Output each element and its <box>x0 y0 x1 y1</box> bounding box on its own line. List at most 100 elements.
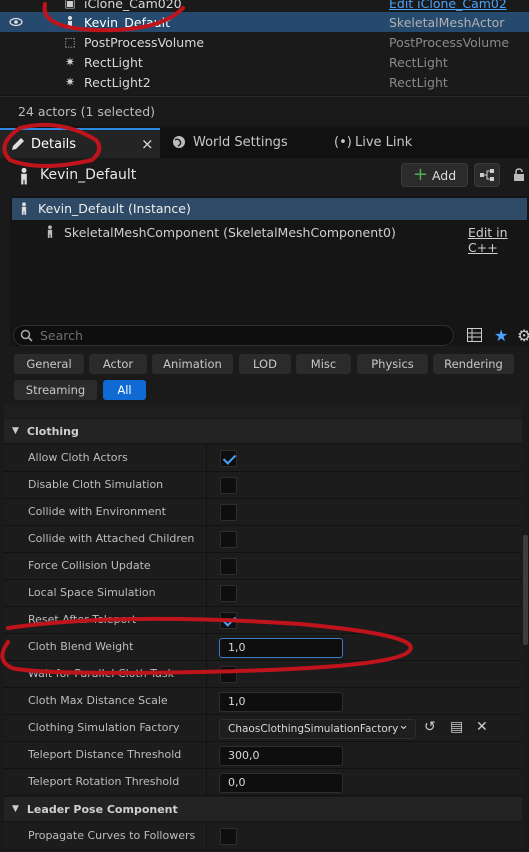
camera-icon: ▣ <box>64 0 76 10</box>
property-number-field[interactable]: 1,0 <box>219 692 343 712</box>
tab-bar: Details × World Settings (•) Live Link <box>0 128 529 158</box>
property-label: Cloth Blend Weight <box>28 640 134 653</box>
outliner-row-selected[interactable]: Kevin_Default SkeletalMeshActor <box>0 12 529 32</box>
property-number-field[interactable]: 0,0 <box>219 773 343 793</box>
column-divider[interactable] <box>206 661 207 688</box>
property-checkbox[interactable] <box>220 585 237 602</box>
settings-gear-icon[interactable]: ⚙ <box>517 326 529 345</box>
rect-light-icon: ✷ <box>64 75 76 89</box>
property-checkbox[interactable] <box>220 558 237 575</box>
property-row: Wait for Parallel Cloth Task <box>4 661 522 688</box>
property-label: Force Collision Update <box>28 559 151 572</box>
filter-animation[interactable]: Animation <box>152 354 233 374</box>
property-checkbox[interactable] <box>220 828 237 845</box>
table-view-icon[interactable] <box>467 328 482 345</box>
property-row: Collide with Attached Children <box>4 526 522 553</box>
chevron-down-icon: ▼ <box>12 804 19 814</box>
column-divider[interactable] <box>206 526 207 553</box>
property-row: Cloth Max Distance Scale 1,0 <box>4 688 522 715</box>
section-clothing[interactable]: ▼ Clothing <box>4 419 522 444</box>
column-divider[interactable] <box>206 607 207 634</box>
post-process-icon: ⬚ <box>64 35 76 49</box>
property-label: Teleport Distance Threshold <box>28 748 182 761</box>
component-row-skeletal-mesh[interactable]: SkeletalMeshComponent (SkeletalMeshCompo… <box>12 221 527 255</box>
lock-icon[interactable] <box>512 168 526 185</box>
filter-general[interactable]: General <box>14 354 84 374</box>
property-checkbox[interactable] <box>220 612 237 629</box>
property-checkbox[interactable] <box>220 666 237 683</box>
column-divider[interactable] <box>206 499 207 526</box>
outliner-row[interactable]: ⬚ PostProcessVolume PostProcessVolume <box>0 32 529 52</box>
property-row: Clothing Simulation Factory ChaosClothing… <box>4 715 522 742</box>
close-icon[interactable]: × <box>141 135 154 153</box>
component-row-instance[interactable]: Kevin_Default (Instance) <box>12 198 527 220</box>
column-divider[interactable] <box>206 688 207 715</box>
skeletal-mesh-icon <box>63 15 77 29</box>
blueprint-button[interactable] <box>474 163 500 187</box>
column-divider[interactable] <box>206 472 207 499</box>
tab-world-settings[interactable]: World Settings <box>162 128 322 158</box>
filter-actor[interactable]: Actor <box>89 354 147 374</box>
simulation-factory-combo[interactable]: ChaosClothingSimulationFactory ⌄ <box>219 719 416 739</box>
property-label: Local Space Simulation <box>28 586 156 599</box>
globe-icon <box>172 135 186 153</box>
property-row: Local Space Simulation <box>4 580 522 607</box>
property-label: Reset After Teleport <box>28 613 137 626</box>
filter-physics[interactable]: Physics <box>357 354 428 374</box>
favorite-star-icon[interactable]: ★ <box>494 326 508 345</box>
browse-folder-icon[interactable]: ▤ <box>450 719 463 735</box>
column-divider[interactable] <box>206 715 207 742</box>
plus-icon: + <box>412 164 428 185</box>
property-checkbox[interactable] <box>220 504 237 521</box>
filter-rendering[interactable]: Rendering <box>433 354 514 374</box>
combo-value: ChaosClothingSimulationFactory <box>228 723 399 735</box>
property-checkbox[interactable] <box>220 531 237 548</box>
column-divider[interactable] <box>206 553 207 580</box>
outliner-row[interactable]: ✷ RectLight RectLight <box>0 52 529 72</box>
skeletal-mesh-icon <box>16 167 32 188</box>
search-input[interactable]: Search <box>13 325 454 346</box>
skeletal-mesh-icon <box>18 201 30 219</box>
filter-all[interactable]: All <box>103 380 146 400</box>
outliner-row[interactable]: ✷ RectLight2 RectLight <box>0 72 529 92</box>
column-divider[interactable] <box>206 742 207 769</box>
property-number-field[interactable]: 1,0 <box>219 638 343 658</box>
column-divider[interactable] <box>206 445 207 472</box>
reset-arrow-icon[interactable]: ↺ <box>424 719 436 735</box>
column-divider[interactable] <box>206 580 207 607</box>
filter-streaming[interactable]: Streaming <box>14 380 97 400</box>
eye-icon[interactable] <box>9 15 23 29</box>
edit-cpp-link[interactable]: Edit in C++ <box>468 225 527 255</box>
components-tree: Kevin_Default (Instance) SkeletalMeshCom… <box>10 196 529 346</box>
tab-details[interactable]: Details × <box>0 128 160 158</box>
clear-x-icon[interactable]: ✕ <box>476 719 488 735</box>
section-leader-pose[interactable]: ▼ Leader Pose Component <box>4 797 522 822</box>
property-row: Teleport Distance Threshold 300,0 <box>4 742 522 769</box>
property-label: Cloth Max Distance Scale <box>28 694 168 707</box>
add-component-button[interactable]: + Add <box>401 163 468 187</box>
property-row: Cloth Blend Weight 1,0 <box>4 634 522 661</box>
property-row: Propagate Curves to Followers <box>4 823 522 850</box>
live-link-icon: (•) <box>334 135 352 150</box>
property-row: Collide with Environment <box>4 499 522 526</box>
search-placeholder: Search <box>40 328 83 343</box>
blueprint-icon <box>480 169 494 181</box>
filter-lod[interactable]: LOD <box>239 354 291 374</box>
column-divider[interactable] <box>206 823 207 850</box>
search-icon <box>20 329 33 345</box>
column-divider[interactable] <box>206 634 207 661</box>
property-row: Force Collision Update <box>4 553 522 580</box>
actor-name: Kevin_Default <box>40 167 137 183</box>
tab-live-link[interactable]: (•) Live Link <box>325 128 485 158</box>
property-row: Reset After Teleport <box>4 607 522 634</box>
property-label: Disable Cloth Simulation <box>28 478 164 491</box>
column-divider[interactable] <box>206 769 207 796</box>
property-label: Collide with Attached Children <box>28 532 195 545</box>
chevron-down-icon: ▼ <box>12 426 19 436</box>
filter-misc[interactable]: Misc <box>296 354 351 374</box>
property-number-field[interactable]: 300,0 <box>219 746 343 766</box>
property-checkbox[interactable] <box>220 477 237 494</box>
property-checkbox[interactable] <box>220 450 237 467</box>
scrollbar-thumb[interactable] <box>523 535 528 645</box>
actor-count: 24 actors (1 selected) <box>18 104 156 119</box>
